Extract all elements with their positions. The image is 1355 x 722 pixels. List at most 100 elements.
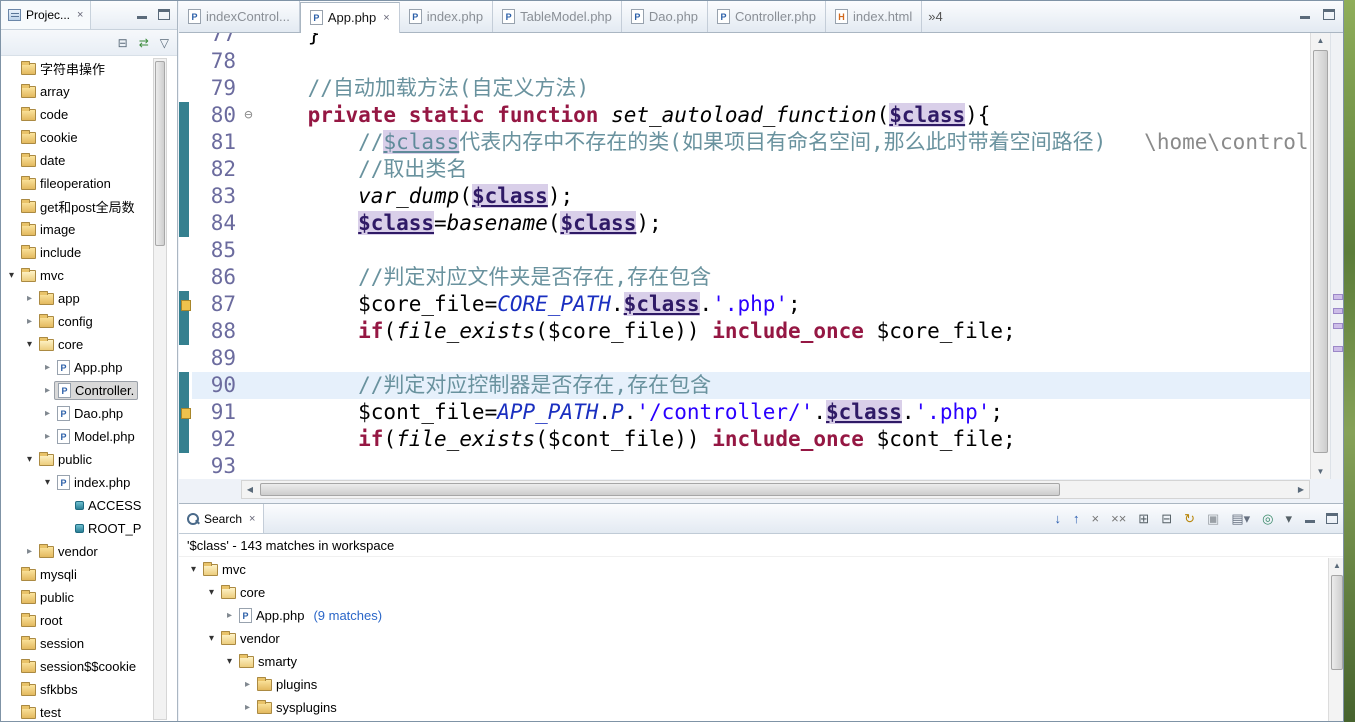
tree-item-mvc[interactable]: ▾mvc [1,264,177,287]
expand-arrow-icon[interactable]: ▸ [41,408,54,419]
code-line-86[interactable]: 86 //判定对应文件夹是否存在,存在包含 [179,264,1310,291]
tree-item-get-post[interactable]: get和post全局数 [1,195,177,218]
link-with-editor-button[interactable]: ⇄ [139,36,149,50]
previous-search-results-button[interactable]: ▤▾ [1231,511,1250,527]
tree-item-array[interactable]: array [1,80,177,103]
tree-item-mvc[interactable]: ▾mvc [179,558,1327,581]
editor-tab-indexcontrol[interactable]: PindexControl... [179,1,300,32]
code-line-85[interactable]: 85 [179,237,1310,264]
collapse-arrow-icon[interactable]: ▾ [23,339,36,350]
editor-tab-dao-php[interactable]: PDao.php [622,1,708,32]
minimize-search-button[interactable] [1302,512,1318,526]
code-line-93[interactable]: 93 [179,453,1310,479]
code-line-91[interactable]: 91 $cont_file=APP_PATH.P.'/controller/'.… [179,399,1310,426]
tab-project-explorer[interactable]: Projec... × [1,1,91,29]
editor-horizontal-scrollbar[interactable]: ◀ ▶ [241,480,1310,499]
tree-item-vendor[interactable]: ▸vendor [1,540,177,563]
occurrence-mark[interactable] [1333,323,1343,329]
code-line-81[interactable]: 81 //$class代表内存中不存在的类(如果项目有命名空间,那么此时带着空间… [179,129,1310,156]
fold-marker-icon[interactable]: ⊖ [240,102,257,129]
tree-item-code[interactable]: code [1,103,177,126]
tree-item-root[interactable]: root [1,609,177,632]
remove-selected-matches-button[interactable]: × [1092,511,1100,526]
tree-item-core[interactable]: ▾core [1,333,177,356]
search-scrollbar[interactable]: ▲ [1328,558,1344,721]
editor-tab-index-html[interactable]: Hindex.html [826,1,922,32]
collapse-all-button[interactable]: ⊟ [118,36,128,50]
maximize-view-button[interactable] [156,8,172,22]
editor-tab-app-php[interactable]: PApp.php× [300,2,400,33]
collapse-arrow-icon[interactable]: ▾ [223,656,236,667]
tree-item-app-php[interactable]: ▸PApp.php [1,356,177,379]
tree-item-config[interactable]: ▸config [1,310,177,333]
occurrence-mark[interactable] [1333,294,1343,300]
tree-item-test[interactable]: test [1,701,177,721]
code-line-92[interactable]: 92 if(file_exists($cont_file)) include_o… [179,426,1310,453]
view-menu-button[interactable]: ▾ [1285,511,1292,527]
expand-arrow-icon[interactable]: ▸ [23,316,36,327]
tree-item-app-php[interactable]: ▸PApp.php(9 matches) [179,604,1327,627]
tree-item-sfkbbs[interactable]: sfkbbs [1,678,177,701]
editor-vertical-scrollbar[interactable]: ▲ ▼ [1310,33,1330,479]
tree-item-root-p[interactable]: ROOT_P [1,517,177,540]
tree-item-sysplugins[interactable]: ▸sysplugins [179,696,1327,719]
tree-item-public[interactable]: ▾public [1,448,177,471]
expand-arrow-icon[interactable]: ▸ [223,610,236,621]
minimize-editor-button[interactable] [1297,8,1313,22]
tree-item-public[interactable]: public [1,586,177,609]
scroll-up-icon[interactable]: ▲ [1311,33,1330,48]
code-line-88[interactable]: 88 if(file_exists($core_file)) include_o… [179,318,1310,345]
code-line-79[interactable]: 79 //自动加载方法(自定义方法) [179,75,1310,102]
occurrence-mark[interactable] [1333,346,1343,352]
expand-all-button[interactable]: ⊞ [1138,511,1149,527]
show-previous-match-button[interactable]: ↑ [1073,511,1080,526]
code-editor[interactable]: 77 }7879 //自动加载方法(自定义方法)80⊖ private stat… [179,33,1310,479]
expand-arrow-icon[interactable]: ▸ [241,679,254,690]
code-line-78[interactable]: 78 [179,48,1310,75]
tree-item-plugins[interactable]: ▸plugins [179,673,1327,696]
expand-arrow-icon[interactable]: ▸ [41,362,54,373]
tree-item-core[interactable]: ▾core [179,581,1327,604]
scroll-left-icon[interactable]: ◀ [242,481,258,498]
collapse-arrow-icon[interactable]: ▾ [41,477,54,488]
search-scrollbar-thumb[interactable] [1331,575,1343,670]
close-tab-icon[interactable]: × [383,12,389,24]
expand-arrow-icon[interactable]: ▸ [41,385,54,396]
code-line-82[interactable]: 82 //取出类名 [179,156,1310,183]
tree-item-item[interactable]: 字符串操作 [1,57,177,80]
editor-hscroll-thumb[interactable] [260,483,1060,496]
tree-item-cookie[interactable]: cookie [1,126,177,149]
cancel-current-search-button[interactable]: ▣ [1207,511,1219,527]
tree-item-smarty[interactable]: ▾smarty [179,650,1327,673]
code-line-90[interactable]: 90 //判定对应控制器是否存在,存在包含 [179,372,1310,399]
close-icon[interactable]: × [249,513,255,525]
code-line-84[interactable]: 84 $class=basename($class); [179,210,1310,237]
collapse-all-button[interactable]: ⊟ [1161,511,1172,527]
explorer-scrollbar[interactable] [153,58,167,720]
collapse-arrow-icon[interactable]: ▾ [205,633,218,644]
close-icon[interactable]: × [77,9,83,21]
pin-search-view-button[interactable]: ◎ [1262,511,1273,527]
collapse-arrow-icon[interactable]: ▾ [205,587,218,598]
code-line-87[interactable]: 87 $core_file=CORE_PATH.$class.'.php'; [179,291,1310,318]
code-line-89[interactable]: 89 [179,345,1310,372]
occurrence-mark[interactable] [1333,308,1343,314]
code-line-80[interactable]: 80⊖ private static function set_autoload… [179,102,1310,129]
tree-item-vendor[interactable]: ▾vendor [179,627,1327,650]
code-line-77[interactable]: 77 } [179,33,1310,48]
explorer-scrollbar-thumb[interactable] [155,61,165,246]
code-line-83[interactable]: 83 var_dump($class); [179,183,1310,210]
collapse-arrow-icon[interactable]: ▾ [187,564,200,575]
run-current-search-again-button[interactable]: ↻ [1184,511,1195,527]
editor-tab-controller-php[interactable]: PController.php [708,1,826,32]
tree-item-index-php[interactable]: ▾Pindex.php [1,471,177,494]
remove-all-matches-button[interactable]: ×× [1111,511,1126,526]
tree-item-app[interactable]: ▸app [1,287,177,310]
expand-arrow-icon[interactable]: ▸ [23,546,36,557]
tree-item-session[interactable]: session [1,632,177,655]
collapse-arrow-icon[interactable]: ▾ [5,270,18,281]
scroll-down-icon[interactable]: ▼ [1311,464,1330,479]
expand-arrow-icon[interactable]: ▸ [23,293,36,304]
tree-item-fileoperation[interactable]: fileoperation [1,172,177,195]
editor-vscroll-thumb[interactable] [1313,50,1328,453]
